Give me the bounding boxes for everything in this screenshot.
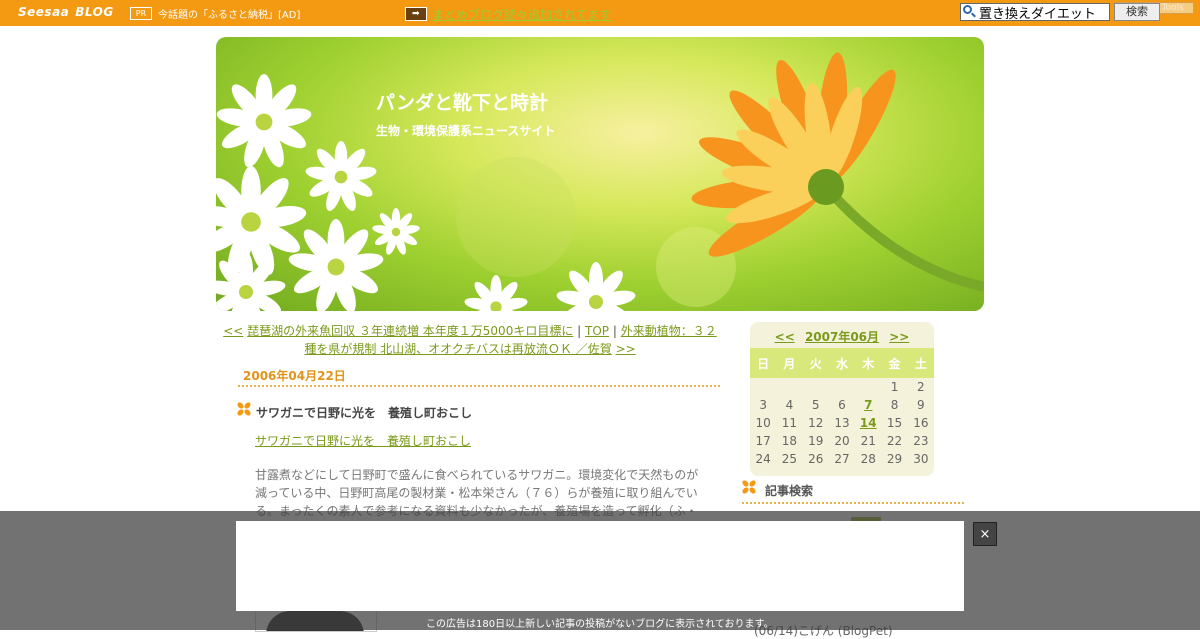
logo-text: Seesaa [18,5,70,19]
calendar-day: 2 [917,380,925,394]
calendar-header: << 2007年06月 >> [750,328,934,345]
prev-entry-link[interactable]: 琵琶湖の外来魚回収 ３年連続増 本年度１万5000キロ目標に [247,324,573,338]
calendar-weekday: 木 [862,356,875,371]
prev-marker-link[interactable]: << [223,324,243,338]
calendar-day: 17 [755,434,771,448]
banner-flowers-image [216,52,984,311]
calendar-day [776,378,802,396]
calendar-day: 13 [834,416,850,430]
next-marker-link[interactable]: >> [616,342,636,356]
calendar-next-link[interactable]: >> [889,330,909,344]
blog-title[interactable]: パンダと靴下と時計 [376,88,548,115]
arrow-right-icon: ➡ [405,7,427,21]
calendar: << 2007年06月 >> 日月火水木金土 1 2 3 4 5 6 7 8 9 10 11 12 13… [750,322,934,476]
calendar-day: 12 [808,416,824,430]
article-search-title: 記事検索 [765,484,814,498]
entry-source-link[interactable]: サワガニで日野に光を 養殖し町おこし [255,432,471,449]
calendar-day: 22 [886,434,903,448]
entry-date: 2006年04月22日 [243,369,346,383]
logo-sub-text: BLOG [75,5,114,19]
calendar-prev-link[interactable]: << [775,330,795,344]
calendar-weekday: 水 [835,356,848,371]
entry-title: サワガニで日野に光を 養殖し町おこし [256,406,473,420]
calendar-day[interactable]: 7 [855,396,881,414]
close-ad-button[interactable]: × [973,522,997,546]
flower-bullet-icon [237,402,251,416]
calendar-weekday: 火 [809,356,822,371]
calendar-day: 16 [913,416,929,430]
calendar-day: 25 [781,452,798,466]
pr-ad-link[interactable]: 今話題の「ふるさと納税」[AD] [158,6,300,21]
calendar-weekday: 土 [914,356,927,371]
header-banner [216,37,984,311]
calendar-day: 20 [834,434,850,448]
calendar-month-link[interactable]: 2007年06月 [805,330,879,344]
matome-link[interactable]: まとめブログ続々追加されてます [432,6,611,23]
calendar-day: 26 [808,452,824,466]
calendar-day: 24 [755,452,771,466]
calendar-day: 27 [834,452,850,466]
date-divider [238,385,720,387]
calendar-grid: 日月火水木金土 1 2 3 4 5 6 7 8 9 10 11 12 13 14 15 16 17 18 19 20 2… [750,348,934,468]
calendar-weekday: 月 [783,356,796,371]
flower-bullet-icon [742,480,756,494]
calendar-day[interactable]: 14 [855,414,881,432]
calendar-day: 9 [917,398,925,412]
calendar-day: 28 [860,452,876,466]
calendar-day-link[interactable]: 14 [860,416,877,430]
nav-separator: | [577,324,582,338]
entry-navigation: << 琵琶湖の外来魚回収 ３年連続増 本年度１万5000キロ目標に | TOP … [220,322,720,358]
calendar-day [855,378,881,396]
ad-notice-text: この広告は180日以上新しい記事の投稿がないブログに表示されております。 [426,619,774,630]
calendar-weekday: 金 [888,356,901,371]
calendar-day: 1 [890,380,899,394]
top-link[interactable]: TOP [585,324,609,338]
calendar-day: 8 [890,398,899,412]
calendar-day: 15 [886,416,903,430]
calendar-day: 3 [759,398,767,412]
calendar-day [803,378,829,396]
calendar-day: 29 [886,452,903,466]
calendar-day: 30 [913,452,929,466]
search-icon [963,5,972,14]
blog-subtitle: 生物・環境保護系ニュースサイト [376,124,556,138]
calendar-day-link[interactable]: 7 [864,398,872,412]
calendar-day [829,378,855,396]
calendar-day [750,378,776,396]
calendar-day: 18 [781,434,798,448]
calendar-day: 6 [838,398,846,412]
calendar-day: 5 [811,398,820,412]
calendar-day: 4 [785,398,794,412]
seesaa-logo[interactable]: Seesaa BLOG [18,5,114,19]
sidebar-divider [742,502,964,504]
calendar-day: 21 [860,434,876,448]
ad-banner[interactable] [236,521,964,611]
calendar-day: 10 [755,416,771,430]
calendar-day: 11 [781,416,798,430]
pr-badge: PR [130,7,152,20]
nav-separator: | [612,324,617,338]
calendar-day: 19 [808,434,824,448]
site-search-input[interactable] [960,3,1110,21]
search-button[interactable]: 検索 [1114,3,1160,21]
calendar-day: 23 [913,434,929,448]
calendar-weekday: 日 [757,356,770,371]
